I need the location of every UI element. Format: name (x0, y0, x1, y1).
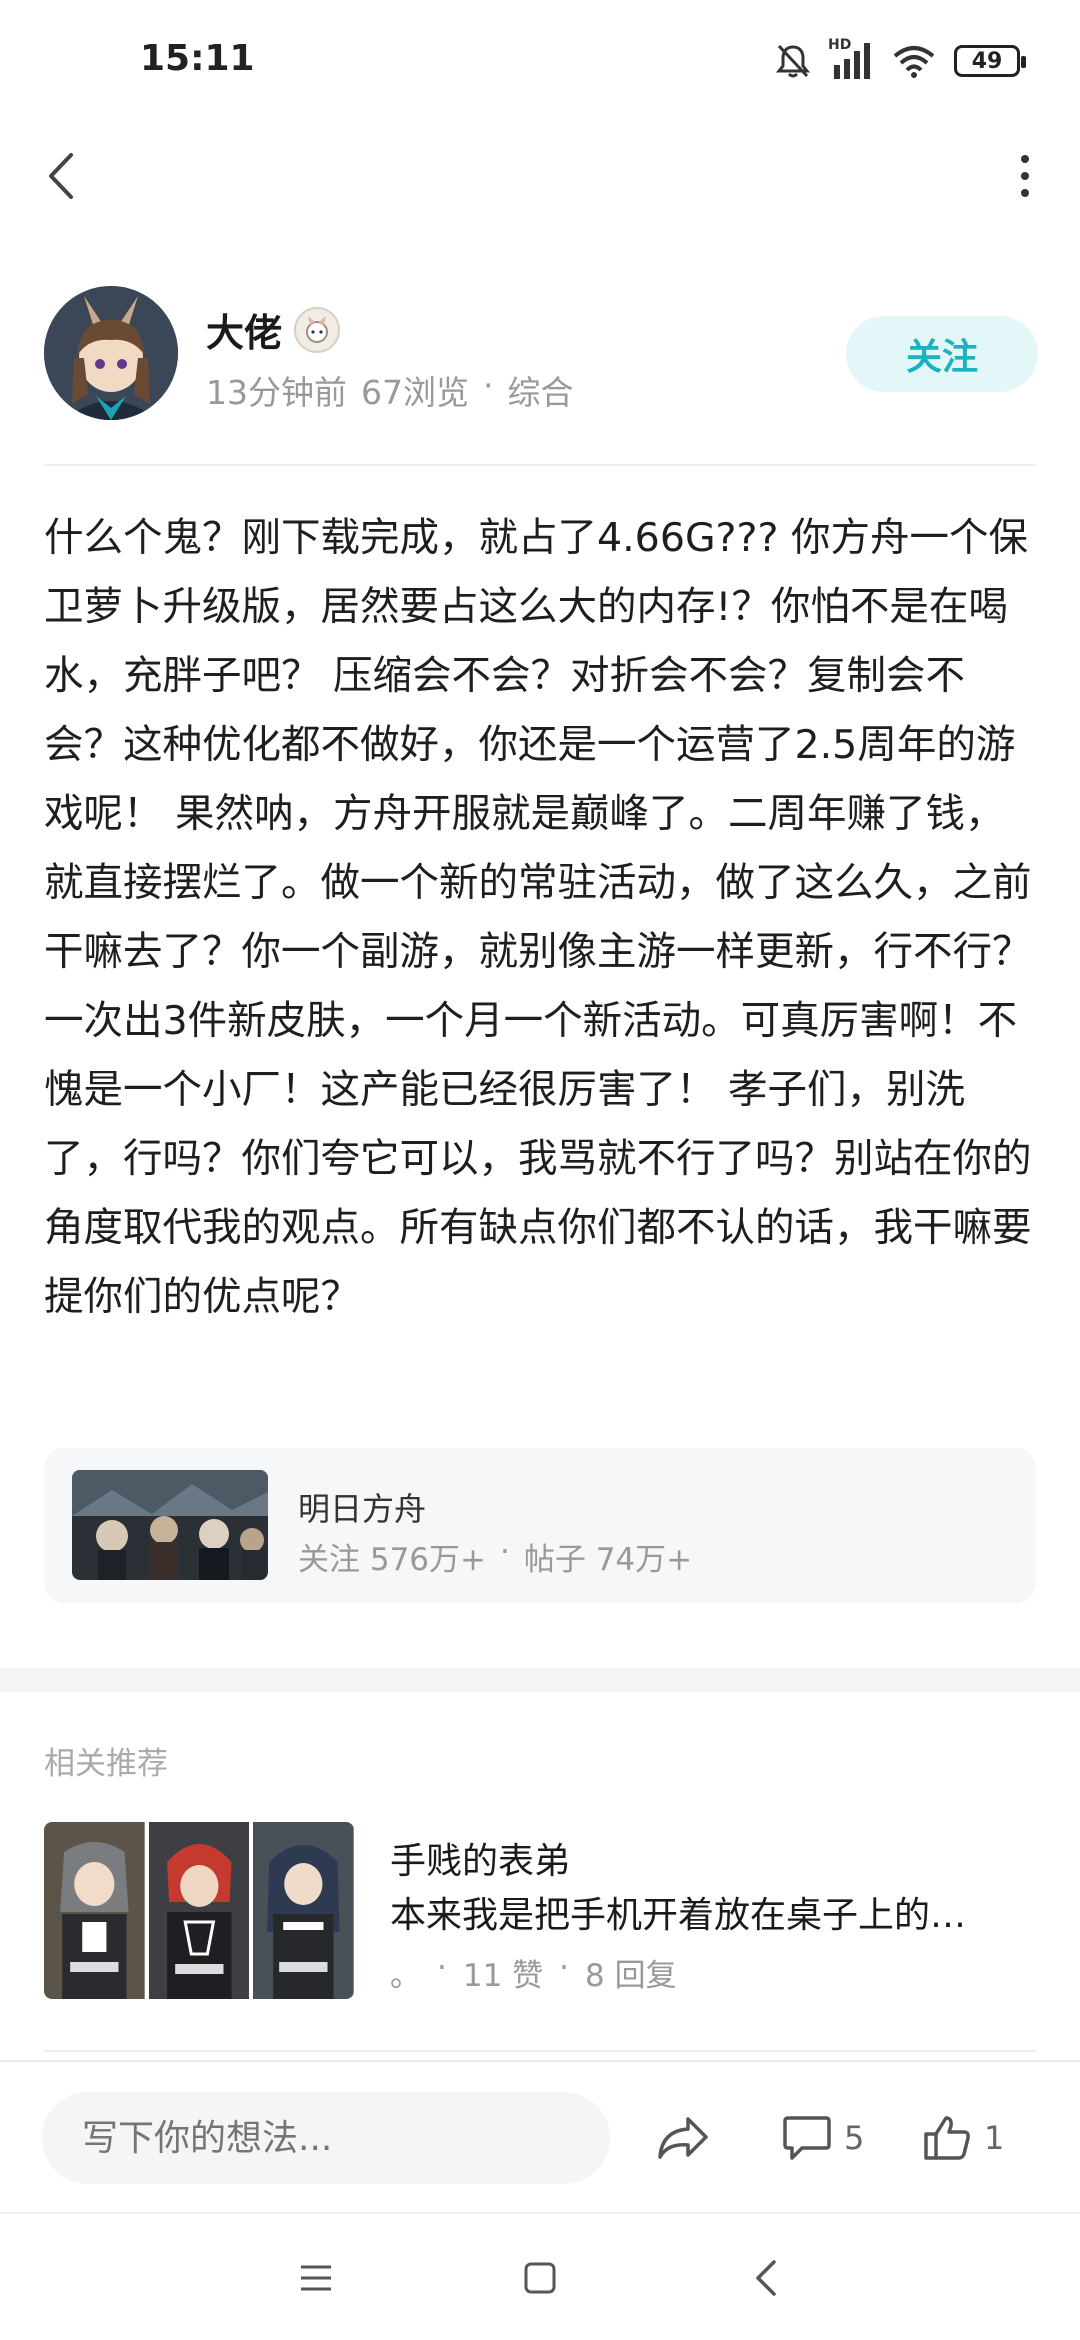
status-bar: 15:11 HD 49 (0, 0, 1080, 120)
home-button[interactable] (510, 2250, 570, 2306)
related-post-replies: 8 回复 (585, 1958, 677, 1994)
topic-thumbnail (72, 1470, 268, 1580)
author-name[interactable]: 大佬 (206, 302, 282, 357)
thumb-image-2 (148, 1822, 250, 1999)
mute-bell-icon (776, 44, 810, 78)
topic-stats: 关注 576万+ · 帖子 74万+ (298, 1534, 692, 1579)
related-post-thumbnail (44, 1822, 354, 1999)
view-count: 67浏览 (361, 373, 469, 412)
recent-apps-button[interactable] (286, 2250, 346, 2306)
related-post-author: 手贱的表弟 (390, 1841, 571, 1882)
battery-level: 49 (971, 48, 1003, 74)
post-category[interactable]: 综合 (508, 366, 574, 414)
signal-bars-icon (834, 43, 870, 79)
related-post-item[interactable]: 手贱的表弟 本来我是把手机开着放在桌子上的… 。 · 11 赞 · 8 回复 (44, 1822, 1038, 2002)
like-count: 1 (984, 2119, 1005, 2157)
topic-card[interactable]: 明日方舟 关注 576万+ · 帖子 74万+ (44, 1448, 1036, 1603)
battery-indicator: 49 (954, 45, 1026, 77)
home-square-icon (524, 2262, 556, 2294)
comment-icon (783, 2116, 831, 2160)
comment-input[interactable] (42, 2092, 610, 2184)
follow-button[interactable]: 关注 (846, 316, 1038, 392)
topic-followers: 关注 576万+ (298, 1542, 486, 1578)
thumbs-up-icon (924, 2116, 970, 2160)
related-post-meta: 。 · 11 赞 · 8 回复 (390, 1950, 677, 1995)
share-icon (658, 2117, 708, 2159)
related-post-likes: 11 赞 (462, 1958, 544, 1994)
chevron-left-icon (756, 2260, 776, 2296)
bottom-action-bar: 5 1 (0, 2060, 1080, 2210)
related-post-separator: · (559, 1950, 570, 1986)
topic-name: 明日方舟 (298, 1490, 427, 1528)
more-options-button[interactable] (1000, 145, 1050, 207)
menu-icon (301, 2265, 331, 2291)
thumb-image-1 (44, 1822, 145, 1999)
signal-indicator: HD (828, 37, 874, 81)
more-dot-icon (1021, 155, 1029, 163)
status-time: 15:11 (140, 38, 255, 79)
related-post-title: 本来我是把手机开着放在桌子上的… (390, 1895, 967, 1936)
meta-separator: · (483, 366, 494, 405)
author-meta: 13分钟前 67浏览 · 综合 (206, 366, 574, 414)
thumb-image-3 (253, 1822, 354, 1999)
more-dot-icon (1021, 172, 1029, 180)
related-heading: 相关推荐 (44, 1746, 168, 1782)
share-button[interactable] (656, 2110, 710, 2166)
status-icons: HD 49 (776, 36, 1026, 86)
like-button[interactable]: 1 (922, 2110, 1004, 2166)
topic-stats-separator: · (500, 1534, 510, 1570)
avatar-image (44, 286, 178, 420)
system-navigation-bar (0, 2212, 1080, 2340)
comment-button[interactable]: 5 (782, 2110, 864, 2166)
back-arrow-icon (49, 153, 73, 199)
post-content: 什么个鬼？刚下载完成，就占了4.66G??? 你方舟一个保卫萝卜升级版，居然要占… (44, 515, 1032, 1320)
divider (44, 464, 1036, 466)
wifi-icon (893, 46, 935, 78)
user-badge-icon (294, 306, 341, 353)
author-name-row: 大佬 (206, 302, 341, 357)
author-row: 大佬 13分钟前 67浏览 · 综合 关注 (44, 286, 1038, 426)
author-avatar[interactable] (44, 286, 178, 420)
divider (44, 2050, 1036, 2052)
post-time: 13分钟前 (206, 373, 347, 412)
section-divider (0, 1668, 1080, 1692)
back-button[interactable] (38, 145, 84, 207)
more-dot-icon (1021, 189, 1029, 197)
topic-posts: 帖子 74万+ (523, 1542, 693, 1578)
system-back-button[interactable] (736, 2250, 796, 2306)
related-post-meta-prefix: 。 (390, 1958, 421, 1994)
related-post-separator: · (437, 1950, 447, 1986)
comment-count: 5 (844, 2119, 865, 2157)
